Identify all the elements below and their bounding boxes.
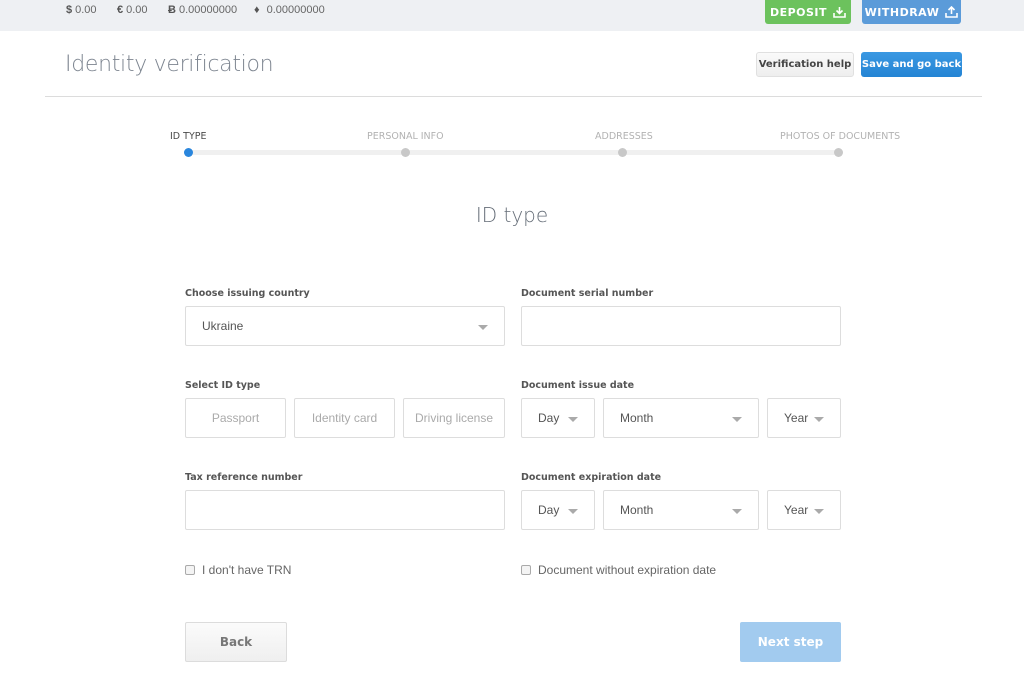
deposit-button[interactable]: DEPOSIT: [765, 0, 851, 24]
download-icon: [833, 7, 846, 18]
expiration-date-label: Document expiration date: [521, 472, 662, 483]
withdraw-label: WITHDRAW: [864, 5, 940, 19]
balance-btc-amount: 0.00000000: [178, 4, 238, 16]
chevron-down-icon: [814, 509, 824, 514]
step-addresses-label: ADDRESSES: [595, 131, 653, 142]
expiration-day-select[interactable]: Day: [521, 490, 595, 530]
balance-eth: ♦ 0.00000000: [254, 4, 325, 16]
withdraw-button[interactable]: WITHDRAW: [862, 0, 961, 24]
id-type-label: Select ID type: [185, 380, 261, 391]
id-type-identity-card-button[interactable]: Identity card: [294, 398, 395, 438]
stepper-track: [188, 150, 838, 155]
no-expiration-checkbox[interactable]: Document without expiration date: [521, 563, 716, 577]
expiration-year-value: Year: [784, 503, 809, 517]
balance-eur: € 0.00: [117, 4, 148, 16]
chevron-down-icon: [478, 325, 488, 330]
step-id-type-dot: [184, 148, 193, 157]
step-personal-info-dot: [401, 148, 410, 157]
issue-month-value: Month: [620, 411, 654, 425]
page-header: Identity verification Verification help …: [45, 40, 982, 97]
no-trn-label: I don't have TRN: [202, 563, 292, 577]
step-photos-label: PHOTOS OF DOCUMENTS: [780, 131, 901, 142]
save-and-go-back-button[interactable]: Save and go back: [861, 52, 962, 77]
top-bar: $ 0.00 € 0.00 Ƀ 0.00000000 ♦ 0.00000000 …: [0, 0, 1024, 31]
expiration-month-select[interactable]: Month: [603, 490, 759, 530]
expiration-month-value: Month: [620, 503, 654, 517]
chevron-down-icon: [732, 417, 742, 422]
expiration-year-select[interactable]: Year: [767, 490, 841, 530]
issue-day-select[interactable]: Day: [521, 398, 595, 438]
balance-btc: Ƀ 0.00000000: [168, 4, 237, 16]
progress-stepper: ID TYPE PERSONAL INFO ADDRESSES PHOTOS O…: [0, 128, 1024, 168]
issue-month-select[interactable]: Month: [603, 398, 759, 438]
chevron-down-icon: [814, 417, 824, 422]
chevron-down-icon: [732, 509, 742, 514]
id-type-driving-license-button[interactable]: Driving license: [403, 398, 505, 438]
checkbox-box[interactable]: [521, 565, 531, 575]
no-expiration-label: Document without expiration date: [538, 563, 717, 577]
country-select[interactable]: Ukraine: [185, 306, 505, 346]
trn-label: Tax reference number: [185, 472, 303, 483]
ethereum-icon: ♦: [254, 4, 260, 16]
issue-year-select[interactable]: Year: [767, 398, 841, 438]
verification-help-button[interactable]: Verification help: [756, 52, 854, 77]
country-value: Ukraine: [202, 319, 244, 333]
euro-icon: €: [117, 4, 124, 16]
chevron-down-icon: [568, 417, 578, 422]
bitcoin-icon: Ƀ: [168, 4, 176, 16]
balance-eur-amount: 0.00: [126, 4, 148, 16]
step-addresses-dot: [618, 148, 627, 157]
id-type-passport-button[interactable]: Passport: [185, 398, 286, 438]
issue-day-value: Day: [538, 411, 560, 425]
step-photos-dot: [834, 148, 843, 157]
serial-label: Document serial number: [521, 288, 654, 299]
country-label: Choose issuing country: [185, 288, 310, 299]
dollar-icon: $: [66, 4, 73, 16]
no-trn-checkbox[interactable]: I don't have TRN: [185, 563, 291, 577]
balance-usd: $ 0.00: [66, 4, 97, 16]
upload-icon: [945, 6, 959, 18]
section-title: ID type: [475, 203, 549, 227]
step-id-type-label: ID TYPE: [170, 131, 207, 142]
checkbox-box[interactable]: [185, 565, 195, 575]
next-step-button[interactable]: Next step: [740, 622, 841, 662]
back-button[interactable]: Back: [185, 622, 287, 662]
trn-input[interactable]: [185, 490, 505, 530]
page-title: Identity verification: [65, 52, 274, 77]
chevron-down-icon: [568, 509, 578, 514]
expiration-day-value: Day: [538, 503, 560, 517]
issue-year-value: Year: [784, 411, 809, 425]
balance-eth-amount: 0.00000000: [266, 4, 325, 16]
balance-usd-amount: 0.00: [75, 4, 97, 16]
issue-date-label: Document issue date: [521, 380, 635, 391]
serial-number-input[interactable]: [521, 306, 841, 346]
deposit-label: DEPOSIT: [769, 5, 828, 19]
step-personal-info-label: PERSONAL INFO: [367, 131, 444, 142]
